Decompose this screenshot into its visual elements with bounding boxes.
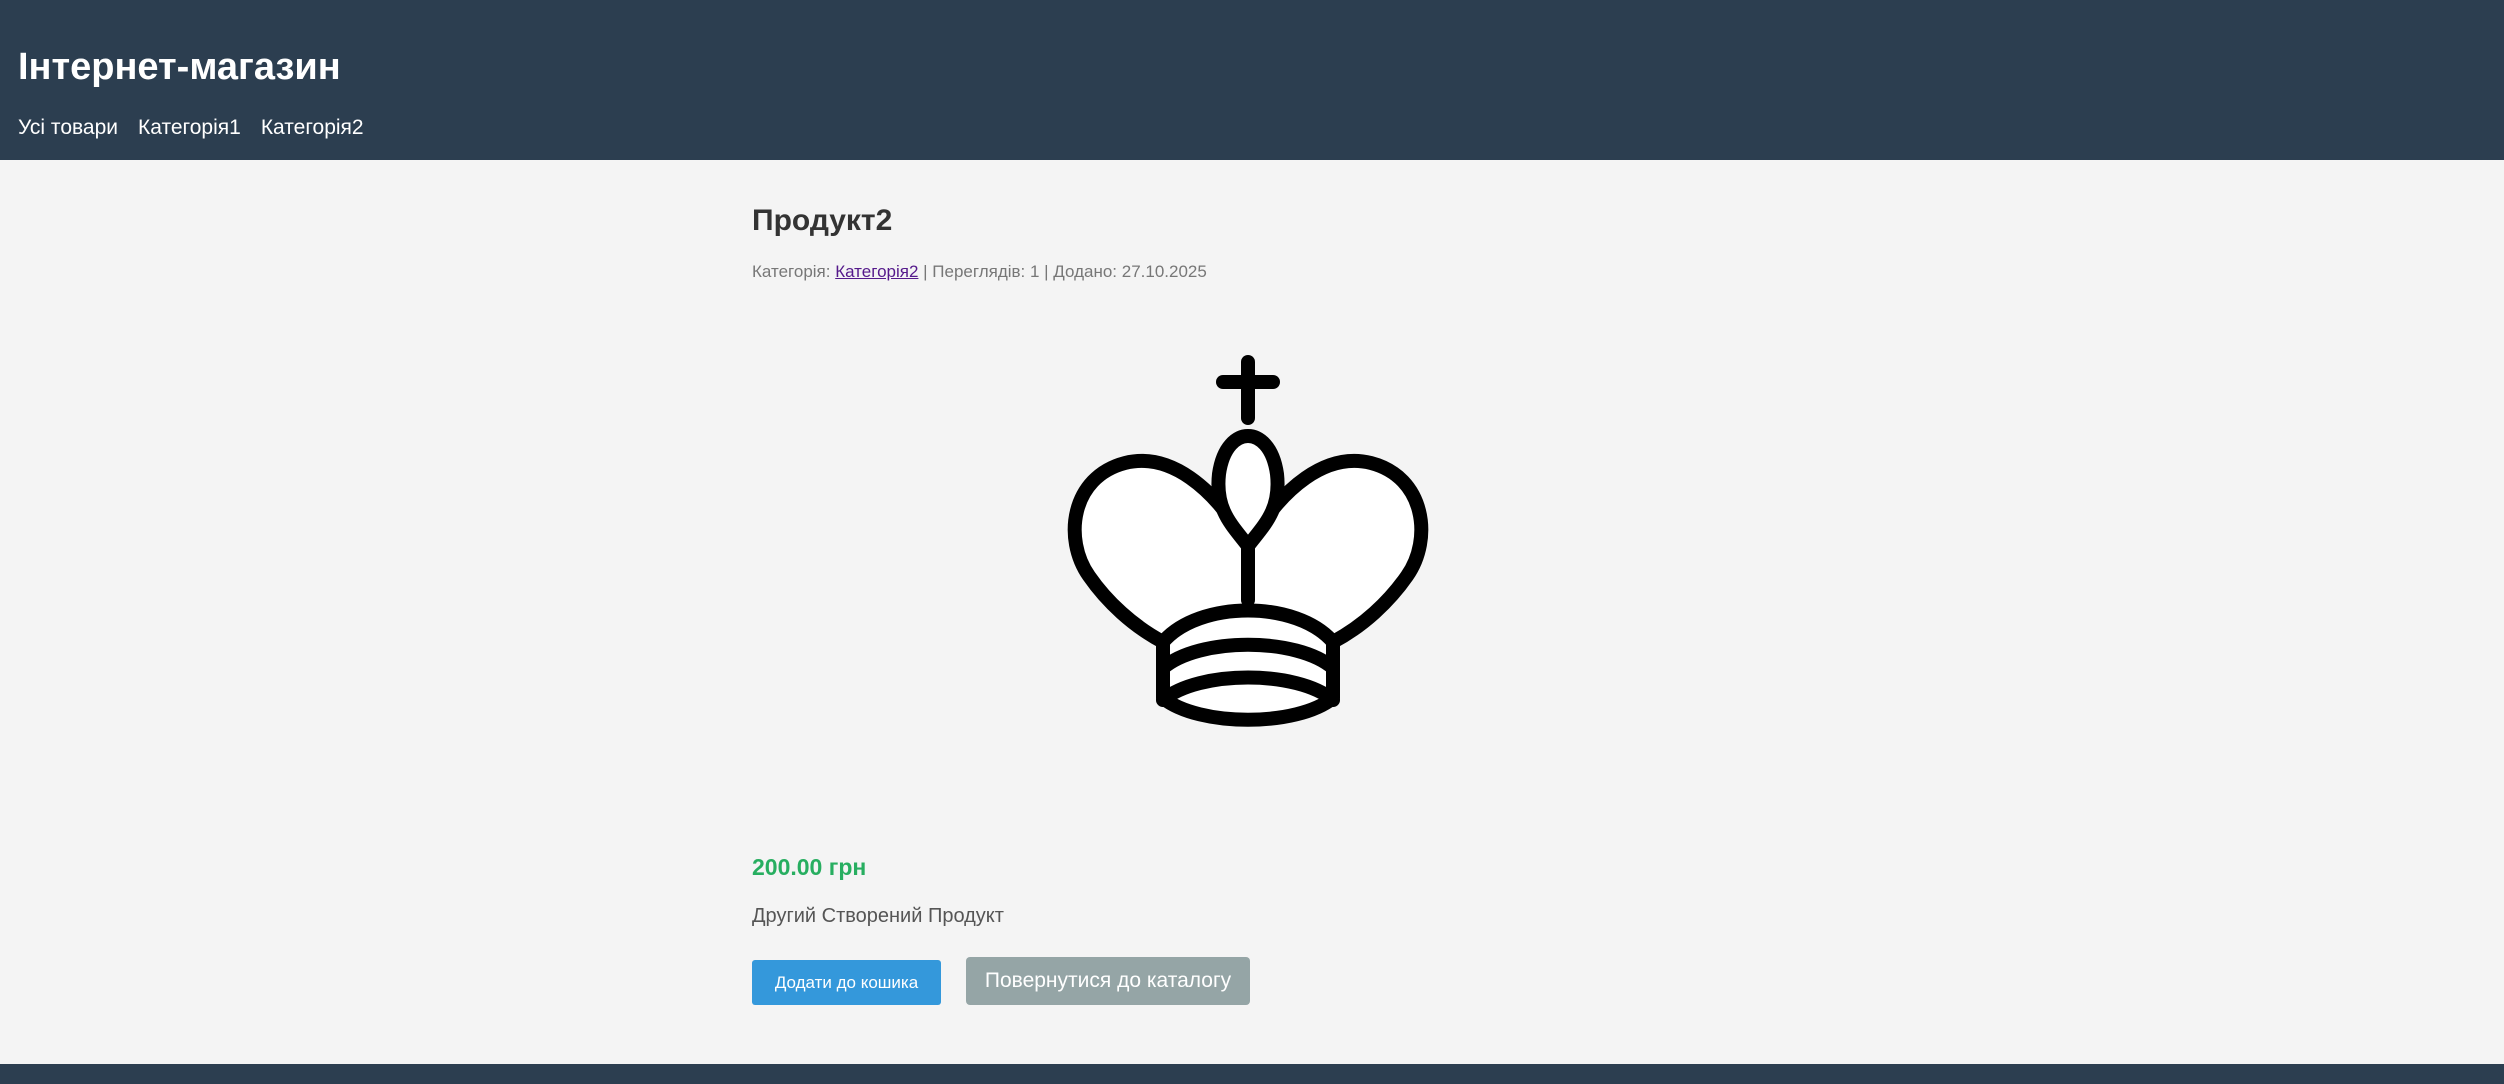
site-footer <box>0 1064 2504 1084</box>
nav-link-all-products[interactable]: Усі товари <box>18 114 118 142</box>
meta-stats: | Переглядів: 1 | Додано: 27.10.2025 <box>918 262 1207 281</box>
category-link[interactable]: Категорія2 <box>835 262 918 281</box>
product-price: 200.00 грн <box>752 854 867 880</box>
product-description: Другий Створений Продукт <box>752 905 1004 927</box>
product-image <box>1049 350 1481 782</box>
add-to-cart-button[interactable]: Додати до кошика <box>752 960 941 1005</box>
product-meta: Категорія: Категорія2 | Переглядів: 1 | … <box>752 260 1207 284</box>
site-header: Інтернет-магазин Усі товари Категорія1 К… <box>0 0 2504 160</box>
chess-king-icon <box>1067 355 1429 727</box>
product-title: Продукт2 <box>752 204 893 237</box>
nav-link-category-1[interactable]: Категорія1 <box>138 114 241 142</box>
meta-category-prefix: Категорія: <box>752 262 836 281</box>
site-title: Інтернет-магазин <box>18 46 341 88</box>
main-nav: Усі товари Категорія1 Категорія2 <box>18 114 364 142</box>
nav-link-category-2[interactable]: Категорія2 <box>261 114 364 142</box>
back-to-catalog-button[interactable]: Повернутися до каталогу <box>966 957 1250 1005</box>
